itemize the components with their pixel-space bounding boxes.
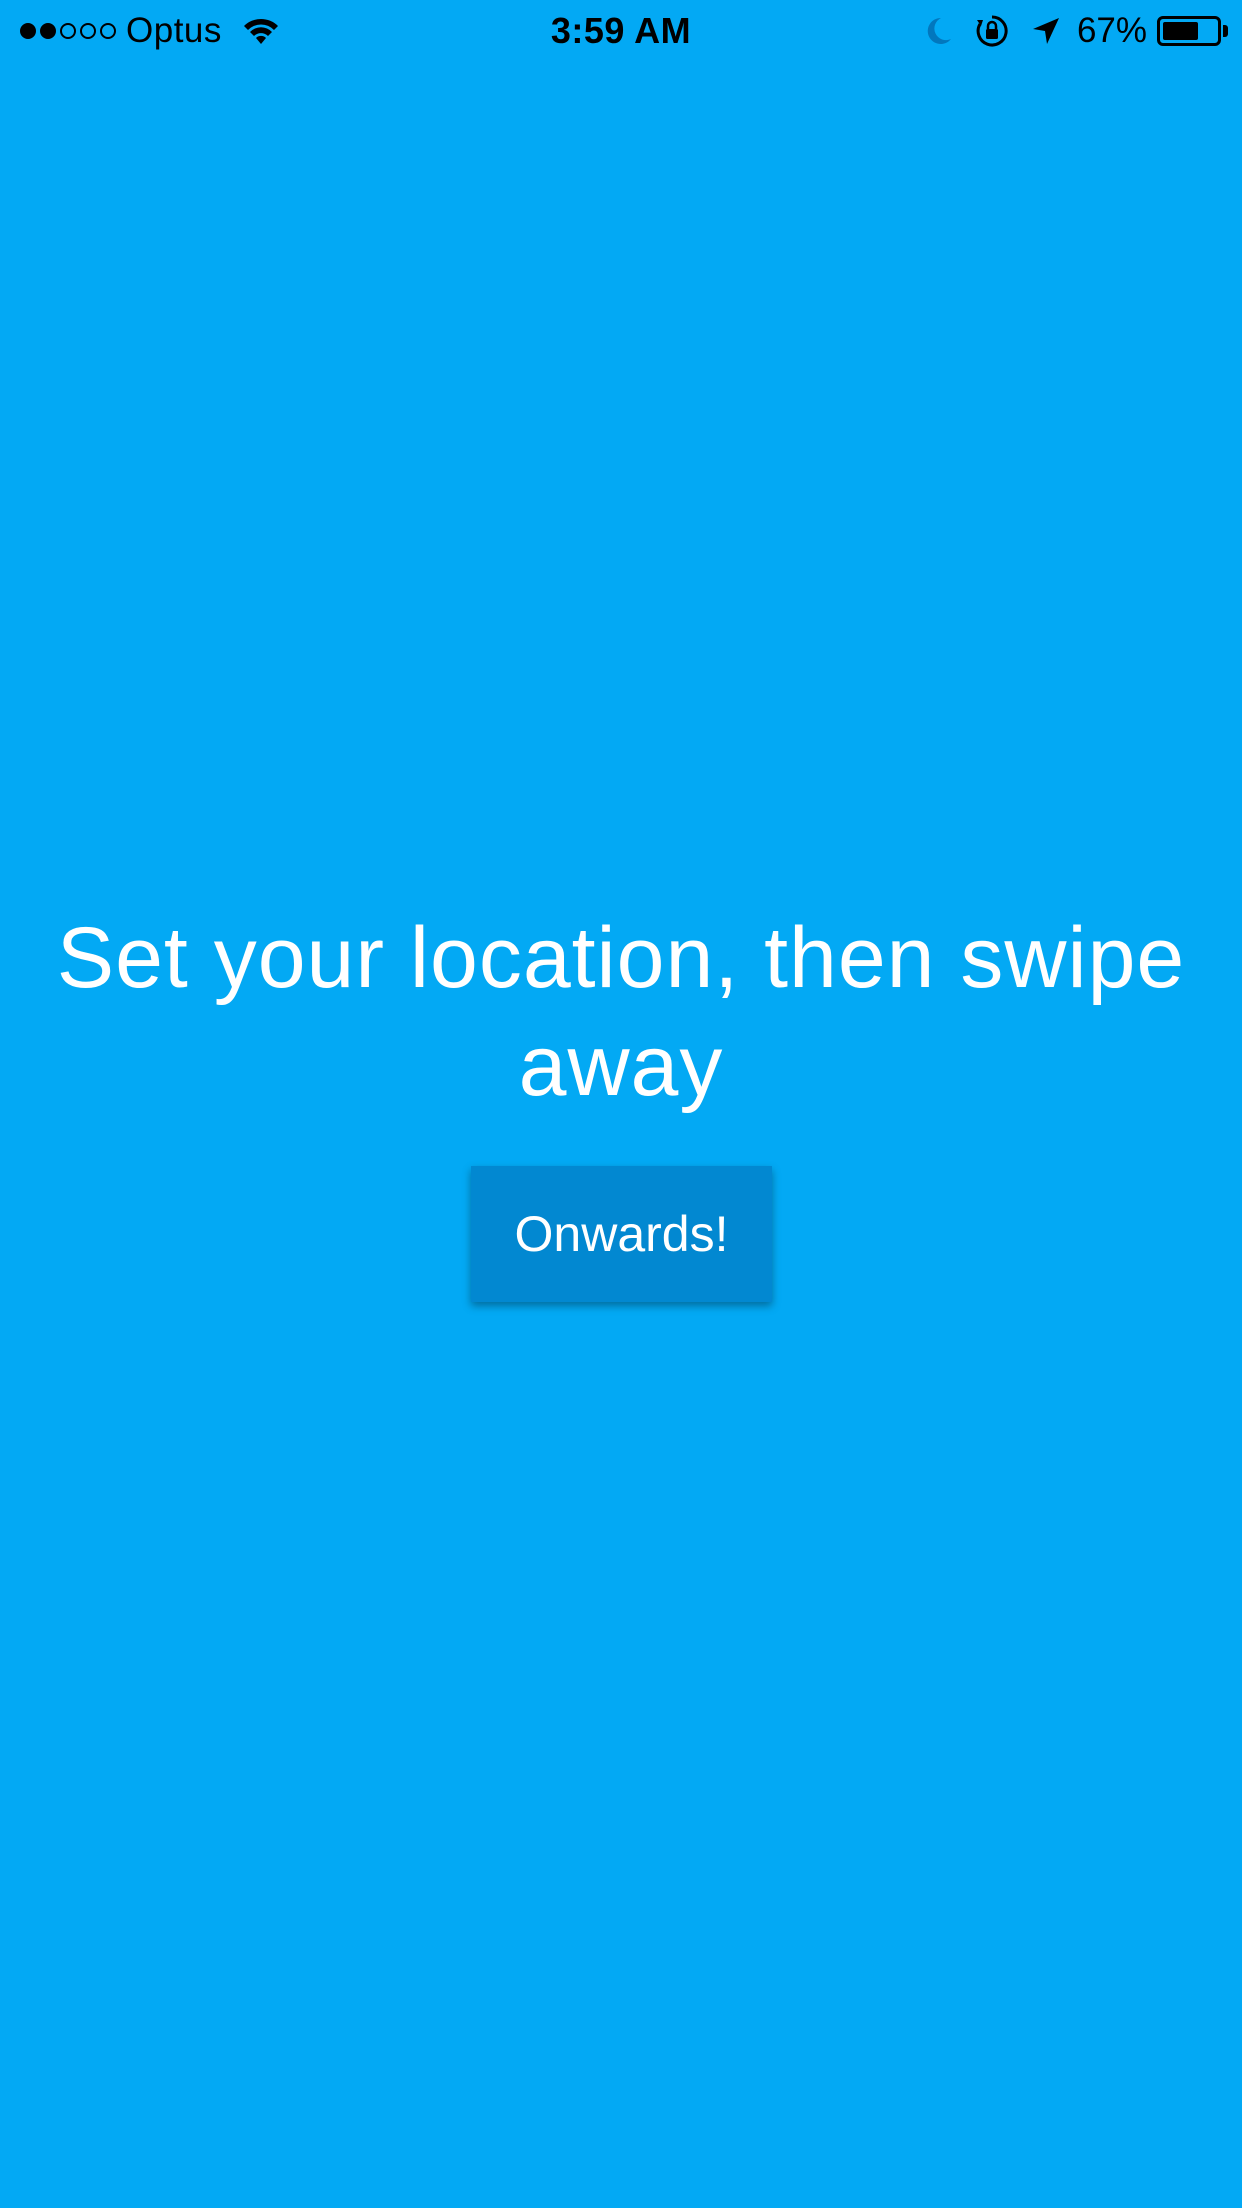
rotation-lock-icon xyxy=(976,15,1008,47)
status-bar: Optus 3:59 AM 67% xyxy=(0,0,1242,62)
moon-icon xyxy=(927,17,951,44)
battery-percentage: 67% xyxy=(1076,11,1147,50)
status-right: 67% xyxy=(923,10,1228,52)
battery-icon xyxy=(1157,16,1221,46)
onwards-button[interactable]: Onwards! xyxy=(471,1166,772,1302)
location-arrow-icon xyxy=(1032,18,1059,44)
location-prompt: Set your location, then swipe away xyxy=(56,910,1186,1114)
battery-nub xyxy=(1223,25,1228,37)
battery-fill xyxy=(1163,22,1198,40)
